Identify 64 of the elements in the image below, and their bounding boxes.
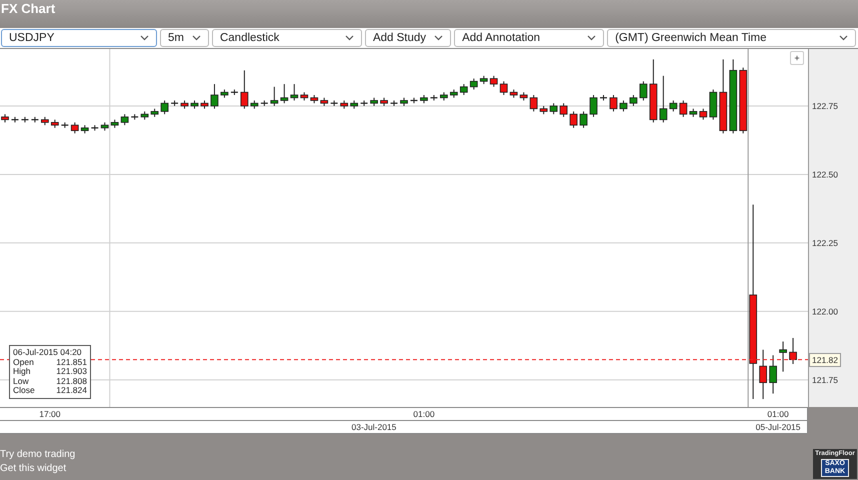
candlestick xyxy=(789,337,797,364)
candlestick xyxy=(630,94,638,106)
dropdown[interactable]: Add Annotation xyxy=(454,29,604,47)
axis-label: 03-Jul-2015 xyxy=(352,422,396,432)
axis-label: 122.00 xyxy=(812,306,838,316)
dropdown[interactable]: Add Study xyxy=(364,29,452,47)
candlestick xyxy=(280,84,288,104)
candlestick xyxy=(270,86,278,106)
candlestick xyxy=(120,114,129,126)
axis-label: 01:00 xyxy=(767,409,789,419)
candlestick xyxy=(769,354,777,394)
tooltip-date: 06-Jul-2015 04:20 xyxy=(13,348,83,358)
axis-label: 122.75 xyxy=(812,100,838,111)
dropdown[interactable]: (GMT) Greenwich Mean Time xyxy=(607,29,856,47)
candlestick xyxy=(640,80,648,101)
tooltip-value: 121.851 xyxy=(56,358,87,367)
candlestick xyxy=(779,341,787,372)
dropdown[interactable]: Candlestick xyxy=(212,29,362,47)
candlestick xyxy=(759,349,768,400)
tooltip-value: 121.824 xyxy=(56,386,87,396)
candlestick xyxy=(699,108,708,120)
candlestick xyxy=(610,94,618,112)
price-tag: 121.82 xyxy=(809,352,841,367)
chevron-down-icon xyxy=(140,35,149,41)
zoom-button[interactable]: + xyxy=(790,51,804,65)
chevron-down-icon xyxy=(344,35,354,41)
tooltip-label: Open xyxy=(13,358,34,367)
candlestick xyxy=(580,110,588,128)
axis-label: 01:00 xyxy=(413,409,435,419)
candlestick xyxy=(669,100,678,112)
chevron-down-icon xyxy=(192,35,201,41)
candlestick xyxy=(659,75,668,123)
tooltip-value: 121.808 xyxy=(56,376,87,386)
candlestick xyxy=(160,100,168,115)
tooltip-label: High xyxy=(13,367,30,376)
axis-label: 122.50 xyxy=(812,169,838,180)
candlestick xyxy=(240,70,248,110)
window-title: FX Chart xyxy=(0,1,56,16)
candlestick xyxy=(500,80,508,96)
tooltip-label: Close xyxy=(13,386,35,396)
dropdown[interactable]: USDJPY xyxy=(1,29,157,47)
candlestick xyxy=(550,102,558,115)
tooltip-label: Low xyxy=(13,376,29,386)
tooltip-value: 121.903 xyxy=(56,367,87,376)
candlestick xyxy=(490,75,498,88)
dropdown[interactable]: 5m xyxy=(160,29,209,47)
candlestick xyxy=(679,100,688,118)
axis-label: 05-Jul-2015 xyxy=(756,422,800,432)
candlestick xyxy=(210,84,218,110)
candlestick xyxy=(530,94,538,112)
candlestick xyxy=(460,84,468,96)
chevron-down-icon xyxy=(587,35,596,41)
chevron-down-icon xyxy=(839,35,848,41)
candlestick xyxy=(290,84,298,101)
candlestick xyxy=(590,94,598,118)
chevron-down-icon xyxy=(434,35,444,41)
axis-label: 17:00 xyxy=(39,409,61,419)
candlestick xyxy=(570,110,578,128)
axis-label: 122.25 xyxy=(812,238,838,248)
candlestick xyxy=(470,78,478,90)
candlestick xyxy=(70,122,79,134)
axis-label: 121.75 xyxy=(812,374,838,385)
candlestick xyxy=(560,102,568,118)
candlestick xyxy=(620,100,628,112)
